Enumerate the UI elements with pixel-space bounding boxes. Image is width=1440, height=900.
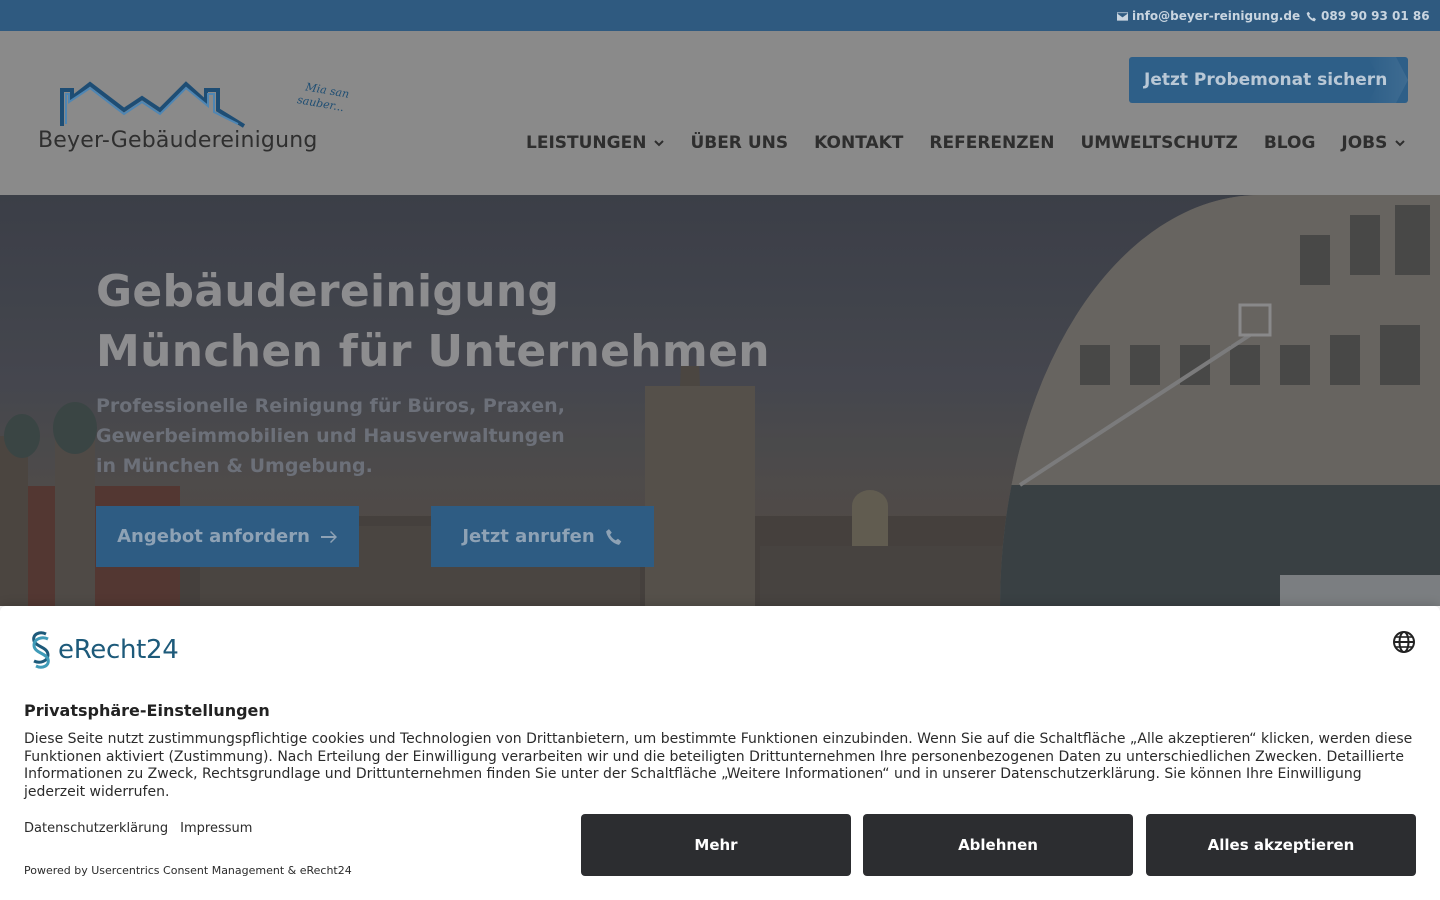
powered-by-text: Powered by Usercentrics Consent Manageme…: [24, 864, 352, 877]
top-bar: info@beyer-reinigung.de 089 90 93 01 86: [0, 0, 1440, 31]
reject-button[interactable]: Ablehnen: [863, 814, 1133, 876]
trial-month-button[interactable]: Jetzt Probemonat sichern: [1129, 57, 1408, 103]
hero-title-line-1: Gebäudereinigung: [96, 266, 560, 317]
consent-title: Privatsphäre-Einstellungen: [24, 701, 270, 720]
privacy-policy-link[interactable]: Datenschutzerklärung: [24, 821, 168, 836]
erecht24-brand-text: eRecht24: [58, 635, 179, 665]
paragraph-logo-icon: [32, 631, 50, 669]
hero-subtitle-line-3: in München & Umgebung.: [96, 455, 373, 477]
more-button[interactable]: Mehr: [581, 814, 851, 876]
trial-month-label: Jetzt Probemonat sichern: [1144, 70, 1388, 90]
request-offer-button[interactable]: Angebot anfordern: [96, 506, 359, 567]
consent-links: Datenschutzerklärung Impressum: [24, 821, 252, 836]
accept-all-button[interactable]: Alles akzeptieren: [1146, 814, 1416, 876]
logo-text: Beyer-Gebäudereinigung: [38, 128, 318, 153]
call-now-label: Jetzt anrufen: [462, 526, 595, 547]
email-text: info@beyer-reinigung.de: [1132, 9, 1301, 23]
hero-subtitle-line-2: Gewerbeimmobilien und Hausverwaltungen: [96, 425, 565, 447]
main-nav: LEISTUNGEN ÜBER UNS KONTAKT REFERENZEN U…: [526, 133, 1431, 153]
nav-item-jobs[interactable]: JOBS: [1341, 133, 1406, 153]
nav-item-leistungen[interactable]: LEISTUNGEN: [526, 133, 665, 153]
email-link[interactable]: info@beyer-reinigung.de: [1117, 9, 1300, 23]
nav-label: LEISTUNGEN: [526, 133, 647, 153]
phone-icon: [1306, 11, 1316, 21]
hero-title: Gebäudereinigung München für Unternehmen: [96, 262, 770, 382]
globe-icon[interactable]: [1392, 630, 1416, 654]
nav-label: JOBS: [1341, 133, 1388, 153]
nav-item-referenzen[interactable]: REFERENZEN: [929, 133, 1054, 153]
hero-subtitle: Professionelle Reinigung für Büros, Prax…: [96, 391, 565, 481]
nav-label: REFERENZEN: [929, 133, 1055, 153]
hero-subtitle-line-1: Professionelle Reinigung für Büros, Prax…: [96, 395, 565, 417]
phone-icon: [605, 528, 621, 545]
phone-link[interactable]: 089 90 93 01 86: [1306, 9, 1430, 23]
arrow-right-icon: [320, 530, 337, 543]
nav-item-ueber-uns[interactable]: ÜBER UNS: [690, 133, 788, 153]
nav-label: UMWELTSCHUTZ: [1080, 133, 1238, 153]
call-now-button[interactable]: Jetzt anrufen: [431, 506, 654, 567]
nav-label: ÜBER UNS: [690, 133, 789, 153]
imprint-link[interactable]: Impressum: [180, 821, 252, 836]
envelope-icon: [1117, 11, 1128, 21]
nav-item-kontakt[interactable]: KONTAKT: [814, 133, 903, 153]
hero-title-line-2: München für Unternehmen: [96, 326, 770, 377]
chevron-down-icon: [1395, 140, 1406, 147]
request-offer-label: Angebot anfordern: [117, 526, 310, 547]
nav-label: KONTAKT: [814, 133, 904, 153]
nav-item-umweltschutz[interactable]: UMWELTSCHUTZ: [1080, 133, 1237, 153]
chevron-down-icon: [654, 140, 665, 147]
erecht24-logo: eRecht24: [24, 630, 179, 670]
nav-item-blog[interactable]: BLOG: [1264, 133, 1316, 153]
nav-label: BLOG: [1263, 133, 1316, 153]
phone-text: 089 90 93 01 86: [1321, 9, 1430, 23]
consent-description: Diese Seite nutzt zustimmungspflichtige …: [24, 731, 1413, 800]
